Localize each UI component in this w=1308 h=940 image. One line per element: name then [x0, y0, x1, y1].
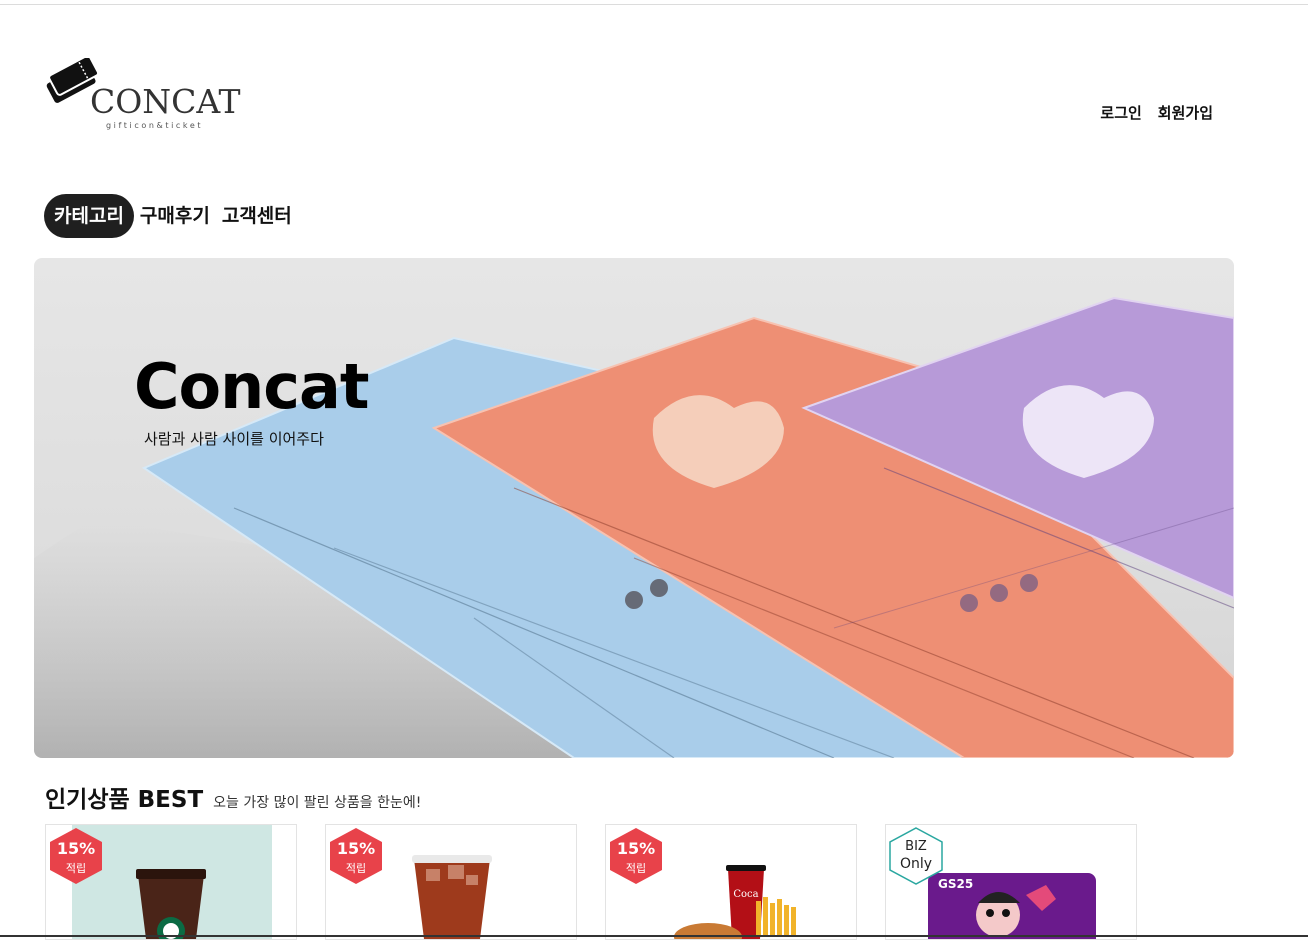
badge-percent: 15%	[616, 839, 656, 858]
hero-subtitle: 사람과 사람 사이를 이어주다	[144, 430, 324, 448]
site-logo[interactable]: CONCAT gifticon&ticket	[42, 58, 257, 136]
nav-item-reviews[interactable]: 구매후기	[134, 194, 216, 238]
badge-label: 적립	[345, 862, 367, 875]
logo-wordmark: CONCAT	[90, 82, 241, 121]
product-card[interactable]: 15% 적립	[45, 824, 297, 940]
badge-label: 적립	[625, 862, 647, 875]
discount-badge: 15% 적립	[608, 827, 664, 885]
best-product-list: 15% 적립 15% 적립 Coca 15% 적립 GS25 BIZ Only	[45, 824, 1137, 940]
nav-item-customer-center[interactable]: 고객센터	[216, 194, 298, 238]
logo-tagline: gifticon&ticket	[106, 121, 204, 130]
nav-item-category[interactable]: 카테고리	[44, 194, 134, 238]
svg-text:Coca: Coca	[733, 889, 758, 900]
hero-banner[interactable]: Concat 사람과 사람 사이를 이어주다	[34, 258, 1234, 758]
discount-badge: 15% 적립	[48, 827, 104, 885]
badge-percent: 15%	[336, 839, 376, 858]
badge-line-1: BIZ	[905, 839, 927, 854]
best-section-header: 인기상품 BEST 오늘 가장 많이 팔린 상품을 한눈에!	[45, 780, 421, 814]
badge-label: 적립	[65, 862, 87, 875]
best-section-title: 인기상품 BEST	[45, 787, 204, 813]
product-card[interactable]: 15% 적립	[325, 824, 577, 940]
discount-badge: 15% 적립	[328, 827, 384, 885]
main-nav: 카테고리 구매후기 고객센터	[44, 194, 298, 238]
product-card[interactable]: Coca 15% 적립	[605, 824, 857, 940]
hero-title: Concat	[134, 350, 369, 423]
best-section-subtitle: 오늘 가장 많이 팔린 상품을 한눈에!	[213, 795, 422, 811]
biz-only-badge: BIZ Only	[888, 827, 944, 885]
hero-ticket-illustration	[34, 296, 1234, 758]
badge-percent: 15%	[56, 839, 96, 858]
auth-links: 로그인 회원가입	[1100, 102, 1213, 123]
signup-link[interactable]: 회원가입	[1158, 102, 1213, 123]
top-divider	[0, 4, 1308, 5]
product-card[interactable]: GS25 BIZ Only	[885, 824, 1137, 940]
badge-line-2: Only	[899, 856, 933, 872]
login-link[interactable]: 로그인	[1100, 102, 1141, 123]
